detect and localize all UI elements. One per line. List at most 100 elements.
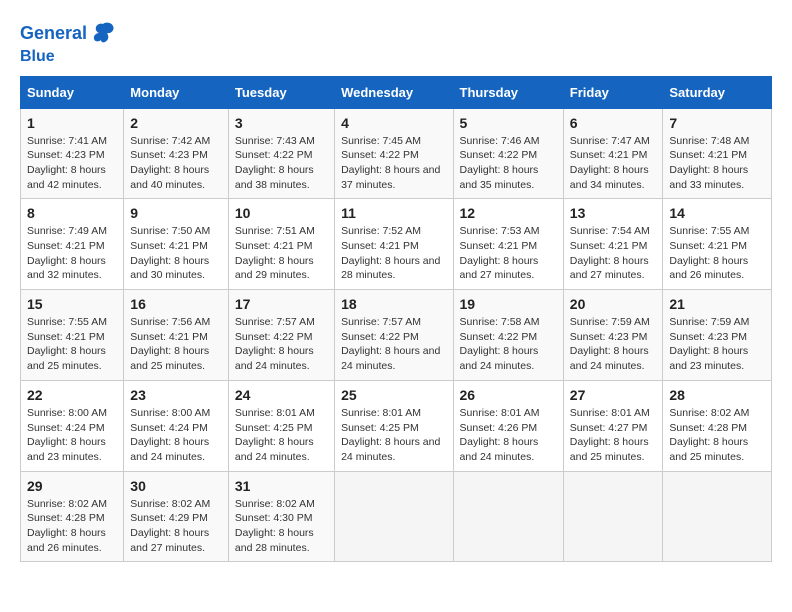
day-info: Sunrise: 8:02 AM Sunset: 4:30 PM Dayligh… [235,497,328,556]
daylight-label: Daylight: 8 hours and 25 minutes. [570,436,649,463]
day-info: Sunrise: 7:50 AM Sunset: 4:21 PM Dayligh… [130,224,222,283]
sunset-label: Sunset: 4:30 PM [235,512,313,524]
daylight-label: Daylight: 8 hours and 25 minutes. [669,436,748,463]
day-info: Sunrise: 8:02 AM Sunset: 4:28 PM Dayligh… [669,406,765,465]
day-number: 10 [235,205,328,221]
day-number: 25 [341,387,446,403]
day-number: 9 [130,205,222,221]
sunset-label: Sunset: 4:25 PM [235,422,313,434]
day-number: 31 [235,478,328,494]
day-info: Sunrise: 7:43 AM Sunset: 4:22 PM Dayligh… [235,134,328,193]
sunrise-label: Sunrise: 8:01 AM [235,407,315,419]
sunset-label: Sunset: 4:23 PM [130,149,208,161]
sunset-label: Sunset: 4:28 PM [669,422,747,434]
day-cell-18: 18 Sunrise: 7:57 AM Sunset: 4:22 PM Dayl… [335,290,453,381]
day-number: 6 [570,115,657,131]
day-info: Sunrise: 8:02 AM Sunset: 4:29 PM Dayligh… [130,497,222,556]
day-info: Sunrise: 7:51 AM Sunset: 4:21 PM Dayligh… [235,224,328,283]
day-cell-25: 25 Sunrise: 8:01 AM Sunset: 4:25 PM Dayl… [335,380,453,471]
daylight-label: Daylight: 8 hours and 32 minutes. [27,255,106,282]
sunset-label: Sunset: 4:22 PM [341,149,419,161]
day-number: 17 [235,296,328,312]
daylight-label: Daylight: 8 hours and 24 minutes. [341,345,440,372]
sunrise-label: Sunrise: 7:48 AM [669,135,749,147]
day-number: 12 [460,205,557,221]
daylight-label: Daylight: 8 hours and 24 minutes. [235,345,314,372]
sunset-label: Sunset: 4:24 PM [130,422,208,434]
sunrise-label: Sunrise: 7:57 AM [341,316,421,328]
day-number: 2 [130,115,222,131]
day-number: 16 [130,296,222,312]
day-number: 21 [669,296,765,312]
day-cell-11: 11 Sunrise: 7:52 AM Sunset: 4:21 PM Dayl… [335,199,453,290]
sunrise-label: Sunrise: 7:56 AM [130,316,210,328]
daylight-label: Daylight: 8 hours and 26 minutes. [27,527,106,554]
day-cell-1: 1 Sunrise: 7:41 AM Sunset: 4:23 PM Dayli… [21,108,124,199]
sunset-label: Sunset: 4:22 PM [460,149,538,161]
day-info: Sunrise: 8:00 AM Sunset: 4:24 PM Dayligh… [130,406,222,465]
day-cell-20: 20 Sunrise: 7:59 AM Sunset: 4:23 PM Dayl… [563,290,663,381]
day-info: Sunrise: 8:00 AM Sunset: 4:24 PM Dayligh… [27,406,117,465]
daylight-label: Daylight: 8 hours and 25 minutes. [130,345,209,372]
sunrise-label: Sunrise: 7:50 AM [130,225,210,237]
daylight-label: Daylight: 8 hours and 24 minutes. [460,345,539,372]
weekday-header-monday: Monday [124,76,229,108]
empty-day-cell [563,471,663,562]
daylight-label: Daylight: 8 hours and 27 minutes. [460,255,539,282]
daylight-label: Daylight: 8 hours and 26 minutes. [669,255,748,282]
day-info: Sunrise: 8:01 AM Sunset: 4:27 PM Dayligh… [570,406,657,465]
day-info: Sunrise: 8:01 AM Sunset: 4:25 PM Dayligh… [341,406,446,465]
sunset-label: Sunset: 4:22 PM [235,331,313,343]
day-number: 18 [341,296,446,312]
sunrise-label: Sunrise: 7:45 AM [341,135,421,147]
sunset-label: Sunset: 4:21 PM [341,240,419,252]
sunset-label: Sunset: 4:21 PM [460,240,538,252]
sunset-label: Sunset: 4:21 PM [669,240,747,252]
day-number: 4 [341,115,446,131]
sunrise-label: Sunrise: 7:51 AM [235,225,315,237]
day-info: Sunrise: 7:45 AM Sunset: 4:22 PM Dayligh… [341,134,446,193]
sunset-label: Sunset: 4:23 PM [27,149,105,161]
sunrise-label: Sunrise: 8:01 AM [341,407,421,419]
day-number: 13 [570,205,657,221]
day-info: Sunrise: 7:57 AM Sunset: 4:22 PM Dayligh… [341,315,446,374]
day-number: 5 [460,115,557,131]
day-info: Sunrise: 8:01 AM Sunset: 4:25 PM Dayligh… [235,406,328,465]
sunrise-label: Sunrise: 8:02 AM [130,498,210,510]
day-info: Sunrise: 7:58 AM Sunset: 4:22 PM Dayligh… [460,315,557,374]
sunrise-label: Sunrise: 8:02 AM [669,407,749,419]
day-info: Sunrise: 7:54 AM Sunset: 4:21 PM Dayligh… [570,224,657,283]
sunset-label: Sunset: 4:21 PM [235,240,313,252]
calendar-week-row: 15 Sunrise: 7:55 AM Sunset: 4:21 PM Dayl… [21,290,772,381]
day-number: 29 [27,478,117,494]
day-number: 15 [27,296,117,312]
sunset-label: Sunset: 4:23 PM [669,331,747,343]
day-number: 20 [570,296,657,312]
day-cell-30: 30 Sunrise: 8:02 AM Sunset: 4:29 PM Dayl… [124,471,229,562]
sunset-label: Sunset: 4:21 PM [570,149,648,161]
day-info: Sunrise: 8:01 AM Sunset: 4:26 PM Dayligh… [460,406,557,465]
daylight-label: Daylight: 8 hours and 24 minutes. [460,436,539,463]
day-number: 27 [570,387,657,403]
sunrise-label: Sunrise: 7:59 AM [669,316,749,328]
sunrise-label: Sunrise: 8:01 AM [570,407,650,419]
weekday-header-saturday: Saturday [663,76,772,108]
calendar-week-row: 29 Sunrise: 8:02 AM Sunset: 4:28 PM Dayl… [21,471,772,562]
day-info: Sunrise: 7:49 AM Sunset: 4:21 PM Dayligh… [27,224,117,283]
daylight-label: Daylight: 8 hours and 40 minutes. [130,164,209,191]
sunrise-label: Sunrise: 7:58 AM [460,316,540,328]
day-number: 30 [130,478,222,494]
day-number: 14 [669,205,765,221]
daylight-label: Daylight: 8 hours and 28 minutes. [341,255,440,282]
day-number: 26 [460,387,557,403]
day-info: Sunrise: 7:56 AM Sunset: 4:21 PM Dayligh… [130,315,222,374]
day-cell-21: 21 Sunrise: 7:59 AM Sunset: 4:23 PM Dayl… [663,290,772,381]
sunset-label: Sunset: 4:29 PM [130,512,208,524]
sunset-label: Sunset: 4:26 PM [460,422,538,434]
day-info: Sunrise: 7:55 AM Sunset: 4:21 PM Dayligh… [27,315,117,374]
day-cell-22: 22 Sunrise: 8:00 AM Sunset: 4:24 PM Dayl… [21,380,124,471]
sunset-label: Sunset: 4:22 PM [460,331,538,343]
daylight-label: Daylight: 8 hours and 28 minutes. [235,527,314,554]
day-cell-3: 3 Sunrise: 7:43 AM Sunset: 4:22 PM Dayli… [228,108,334,199]
day-info: Sunrise: 8:02 AM Sunset: 4:28 PM Dayligh… [27,497,117,556]
